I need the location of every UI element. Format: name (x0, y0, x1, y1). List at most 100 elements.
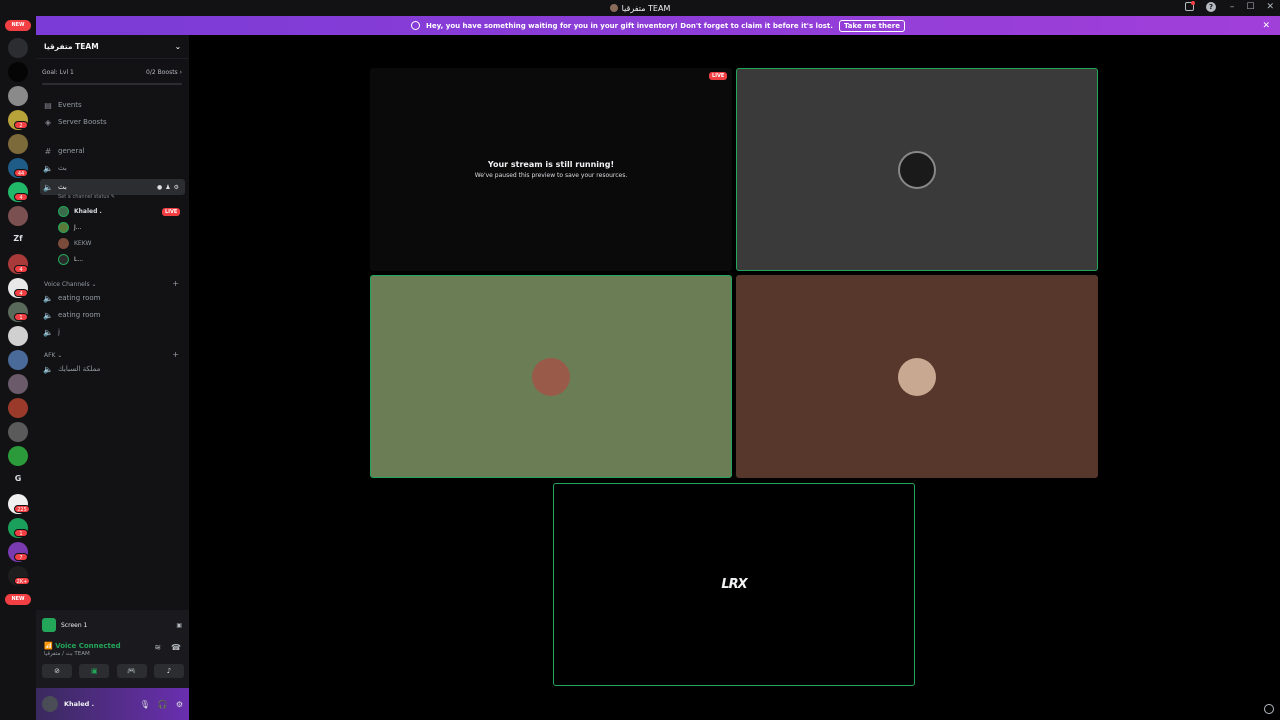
close-window-icon[interactable]: ✕ (1266, 2, 1274, 12)
gear-icon[interactable]: ⚙ (174, 184, 179, 191)
server-icon[interactable] (8, 134, 28, 154)
server-icon[interactable] (8, 398, 28, 418)
events-label: Events (58, 101, 82, 109)
server-icon[interactable] (8, 326, 28, 346)
new-badge-bottom: NEW (5, 594, 31, 605)
mention-badge: 2K+ (14, 577, 30, 585)
avatar (58, 238, 69, 249)
screen-share-row[interactable]: Screen 1 ▣ (42, 617, 182, 633)
server-icon[interactable] (8, 422, 28, 442)
avatar (898, 150, 936, 189)
mention-badge: 225 (14, 505, 30, 513)
home-button[interactable] (8, 38, 28, 58)
stream-tile[interactable]: Your stream is still running! We've paus… (370, 68, 732, 271)
avatar (898, 357, 936, 396)
category-label: Voice Channels (44, 281, 90, 288)
mention-badge: 1 (14, 313, 28, 321)
help-icon[interactable]: ? (1206, 2, 1216, 12)
window-title: متفرقيا TEAM (609, 3, 671, 13)
voice-location: بث / متفرقيا TEAM (44, 651, 90, 657)
server-icon[interactable] (8, 446, 28, 466)
events-item[interactable]: ▤ Events (44, 100, 82, 110)
channel-name: eating room (58, 294, 101, 302)
disconnect-icon[interactable]: ☎ (171, 643, 181, 652)
channel-actions: ● ♟ ⚙ (157, 184, 179, 191)
voice-channel[interactable]: 🔈 j (43, 328, 60, 337)
mention-badge: 7 (14, 553, 28, 561)
server-initials[interactable]: G (8, 474, 28, 490)
server-icon[interactable] (8, 374, 28, 394)
voice-user[interactable]: Khaled . (58, 206, 102, 217)
avatar (42, 696, 58, 712)
headphones-icon[interactable]: 🎧 (158, 700, 168, 709)
voice-channel[interactable]: 🔈 eating room (43, 294, 101, 303)
inbox-icon[interactable] (1185, 1, 1195, 11)
boost-progress-bar (42, 83, 182, 85)
participant-tile[interactable] (736, 68, 1098, 271)
voice-stage: Your stream is still running! We've paus… (189, 35, 1280, 720)
server-boosts-item[interactable]: ◈ Server Boosts (44, 117, 107, 127)
participant-tile[interactable] (370, 275, 732, 478)
window-title-text: متفرقيا TEAM (621, 3, 671, 13)
voice-user[interactable]: L... (58, 254, 83, 265)
guild-header[interactable]: متفرقيا TEAM ⌄ (36, 35, 189, 59)
server-icon[interactable] (8, 206, 28, 226)
activities-button[interactable]: 🎮 (116, 664, 147, 678)
screen-share-button[interactable]: ▣ (79, 664, 110, 678)
server-boosts-label: Server Boosts (58, 118, 107, 126)
category-afk[interactable]: AFK ⌄ (44, 352, 62, 359)
mention-badge: 4 (14, 289, 28, 297)
voice-channel[interactable]: 🔈 بث (43, 164, 67, 173)
boost-icon: ◈ (44, 117, 52, 127)
server-initials[interactable]: Zf (8, 234, 28, 250)
settings-icon[interactable] (1264, 704, 1274, 714)
gift-icon (411, 21, 421, 30)
channel-general[interactable]: # general (44, 147, 85, 156)
participant-tile[interactable] (736, 275, 1098, 478)
speaker-icon: 🔈 (43, 182, 53, 192)
voice-connected-status[interactable]: 📶 Voice Connected (44, 642, 121, 650)
stop-share-icon[interactable]: ▣ (176, 622, 182, 629)
server-list: NEW 2 44 4 Zf 4 4 1 G 225 1 7 2K+ NEW (0, 16, 36, 720)
user-panel[interactable]: Khaled . 🎙 🎧 ⚙ (36, 688, 189, 720)
maximize-icon[interactable]: ☐ (1246, 2, 1254, 12)
gear-icon[interactable]: ⚙ (176, 700, 183, 709)
channel-name: eating room (58, 311, 101, 319)
participant-tile[interactable]: LRX (553, 483, 915, 686)
calendar-icon: ▤ (44, 100, 52, 110)
gift-banner: Hey, you have something waiting for you … (36, 16, 1280, 35)
user-name: Khaled . (64, 700, 95, 708)
active-voice-channel[interactable]: 🔈 بث ● ♟ ⚙ (40, 179, 185, 195)
server-icon[interactable] (8, 86, 28, 106)
channel-status-text: Set a channel status (58, 194, 110, 200)
screen-share-icon (42, 618, 56, 632)
camera-off-button[interactable]: ⊘ (42, 664, 72, 678)
voice-channel[interactable]: 🔈 eating room (43, 311, 101, 320)
signal-icon: 📶 (44, 642, 53, 650)
voice-channel[interactable]: 🔈 مملكة السبايك (43, 365, 100, 374)
channel-status-hint[interactable]: Set a channel status ✎ (58, 194, 115, 200)
boost-goal[interactable]: Goal: Lvl 1 0/2 Boosts › (42, 69, 182, 76)
minimize-icon[interactable]: – (1230, 2, 1235, 12)
soundboard-button[interactable]: ♪ (153, 664, 184, 678)
invite-icon[interactable]: ♟ (165, 184, 170, 191)
user-tools: 🎙 🎧 ⚙ (140, 700, 183, 709)
close-icon[interactable]: ✕ (1262, 21, 1270, 31)
voice-user-name: Khaled . (74, 208, 102, 215)
add-channel-icon[interactable]: + (172, 350, 179, 359)
chat-icon[interactable]: ● (157, 184, 162, 191)
add-channel-icon[interactable]: + (172, 279, 179, 288)
guild-name: متفرقيا TEAM (44, 42, 99, 51)
voice-controls: ⊘ ▣ 🎮 ♪ (42, 664, 184, 680)
voice-user[interactable]: J... (58, 222, 82, 233)
screen-label: Screen 1 (61, 621, 88, 629)
category-voice-channels[interactable]: Voice Channels ⌄ (44, 281, 97, 288)
microphone-icon[interactable]: 🎙 (140, 700, 150, 709)
voice-user[interactable]: KEKW (58, 238, 91, 249)
chevron-down-icon: ⌄ (174, 42, 181, 51)
server-icon[interactable] (8, 62, 28, 82)
noise-suppression-icon[interactable]: ≋ (154, 643, 161, 652)
take-me-there-button[interactable]: Take me there (838, 19, 905, 32)
server-icon[interactable] (8, 350, 28, 370)
boost-count-text: 0/2 Boosts (146, 69, 178, 76)
